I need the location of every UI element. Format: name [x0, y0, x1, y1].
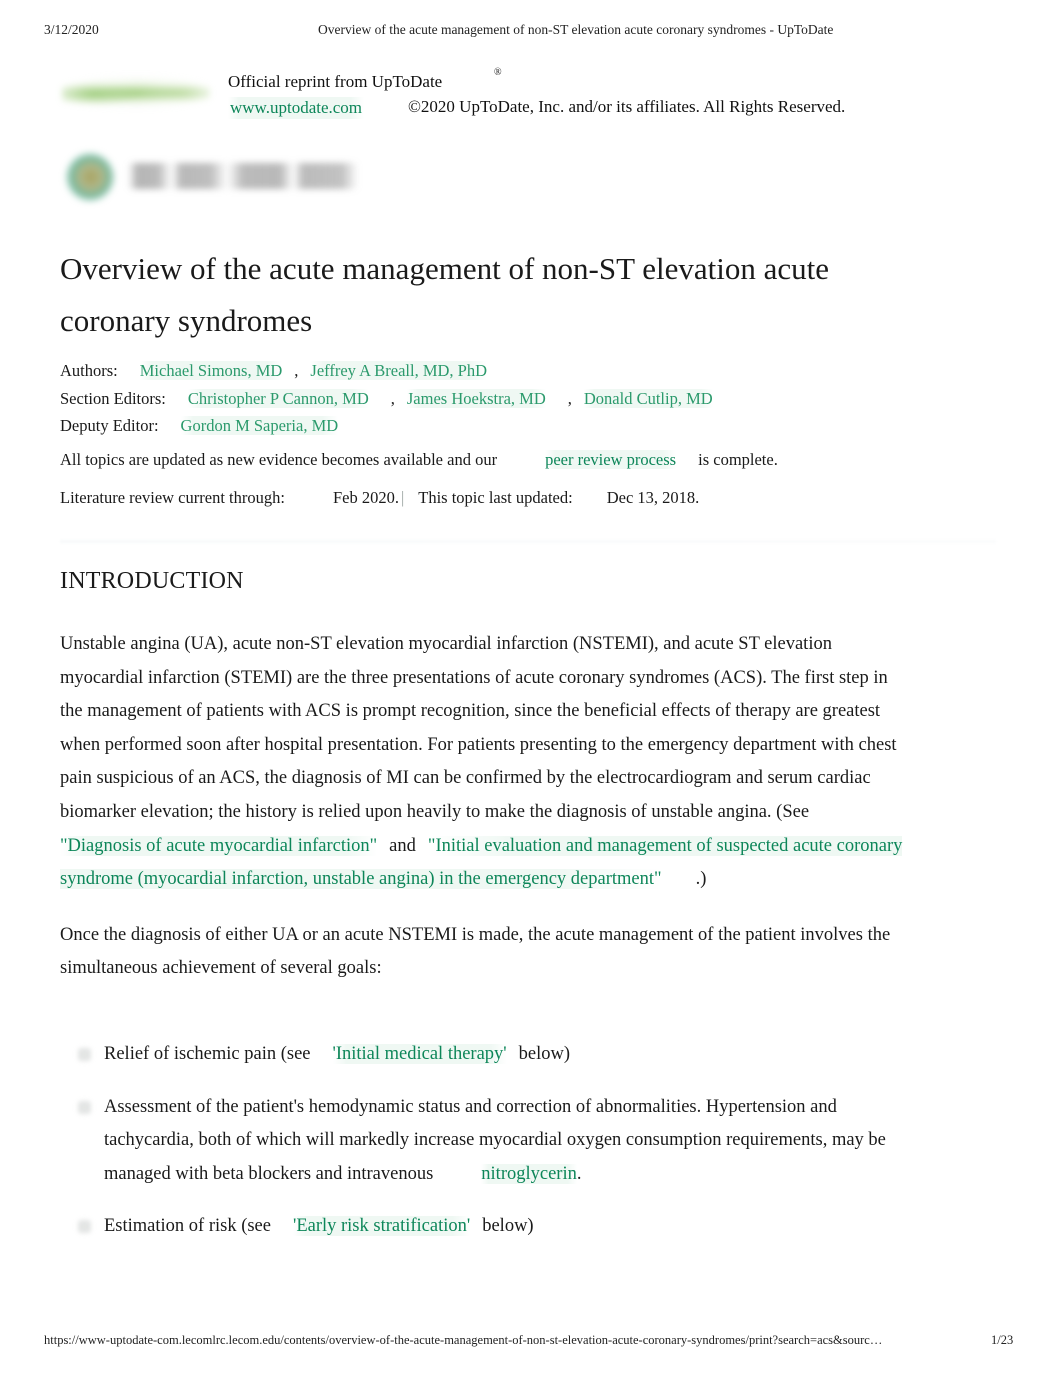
section-editor-link-2[interactable]: Donald Cutlip, MD [583, 388, 713, 408]
update-notice-text-before: All topics are updated as new evidence b… [60, 450, 498, 469]
section-heading-introduction: INTRODUCTION [60, 568, 244, 594]
paragraph-1-and: and [389, 835, 416, 856]
authors-row: Authors: Michael Simons, MD, Jeffrey A Bre… [60, 357, 990, 385]
print-page: 3/12/2020 Overview of the acute manageme… [0, 0, 1062, 1377]
institution-wordmark-icon [128, 163, 358, 189]
credits-block: Authors: Michael Simons, MD, Jeffrey A Bre… [60, 357, 990, 440]
goal-1-text-after: . [576, 1163, 582, 1184]
initial-medical-therapy-link[interactable]: 'Initial medical therapy' [332, 1044, 507, 1064]
bullet-icon [78, 1100, 91, 1114]
deputy-editor-row: Deputy Editor: Gordon M Saperia, MD [60, 412, 990, 440]
print-header-title: Overview of the acute management of non-… [318, 22, 834, 37]
update-notice-text-after: is complete. [698, 450, 778, 469]
credits-comma-0: , [294, 361, 299, 380]
section-editor-link-0[interactable]: Christopher P Cannon, MD [187, 388, 369, 408]
authors-label: Authors: [60, 361, 118, 380]
introduction-body: Unstable angina (UA), acute non-ST eleva… [60, 628, 908, 1008]
diagnosis-of-acute-mi-link[interactable]: "Diagnosis of acute myocardial infarctio… [60, 835, 378, 856]
section-editor-link-1[interactable]: James Hoekstra, MD [406, 388, 546, 408]
nitroglycerin-link[interactable]: nitroglycerin [481, 1163, 577, 1184]
goal-0-text-before: Relief of ischemic pain (see [104, 1044, 311, 1064]
credits-comma-2: , [567, 388, 572, 408]
paragraph-1-text: Unstable angina (UA), acute non-ST eleva… [60, 634, 897, 822]
print-footer: https://www-uptodate-com.lecomlrc.lecom.… [0, 1333, 1062, 1353]
credits-comma-1: , [390, 388, 395, 408]
section-divider [60, 540, 996, 543]
paragraph-1: Unstable angina (UA), acute non-ST eleva… [60, 628, 908, 897]
peer-review-process-link[interactable]: peer review process [545, 450, 677, 469]
list-item: Relief of ischemic pain (see 'Initial med… [78, 1038, 908, 1072]
institution-mark-icon [67, 154, 113, 200]
literature-label: Literature review current through: [60, 488, 285, 507]
bullet-icon [78, 1048, 91, 1061]
literature-value: Feb 2020. [332, 488, 399, 507]
copyright-text: ©2020 UpToDate, Inc. and/or its affiliat… [408, 97, 846, 116]
paragraph-2: Once the diagnosis of either UA or an ac… [60, 924, 891, 979]
print-header-date: 3/12/2020 [44, 22, 99, 37]
goal-2-text-after: below) [482, 1216, 534, 1237]
goal-2-text-before: Estimation of risk (see [104, 1216, 271, 1237]
literature-separator: | [400, 488, 405, 507]
list-item: Assessment of the patient's hemodynamic … [78, 1091, 908, 1192]
uptodate-logo-icon [62, 70, 210, 116]
paragraph-1-end: .) [695, 869, 707, 890]
official-reprint-label: Official reprint from UpToDate [228, 72, 443, 91]
author-link-0[interactable]: Michael Simons, MD [139, 361, 283, 380]
section-editors-row: Section Editors: Christopher P Cannon, MD… [60, 385, 990, 413]
last-updated-value: Dec 13, 2018. [606, 488, 700, 507]
last-updated-label: This topic last updated: [418, 488, 573, 507]
early-risk-stratification-link[interactable]: 'Early risk stratification' [292, 1216, 471, 1237]
author-link-1[interactable]: Jeffrey A Breall, MD, PhD [310, 361, 488, 380]
section-editors-label: Section Editors: [60, 388, 166, 408]
print-footer-url: https://www-uptodate-com.lecomlrc.lecom.… [44, 1333, 883, 1347]
deputy-editor-label: Deputy Editor: [60, 416, 159, 435]
goals-list: Relief of ischemic pain (see 'Initial med… [78, 1038, 908, 1263]
bullet-icon [78, 1220, 91, 1234]
goal-0-text-after: below) [518, 1044, 570, 1064]
uptodate-url-link[interactable]: www.uptodate.com [228, 97, 365, 119]
print-header: 3/12/2020 Overview of the acute manageme… [0, 22, 1062, 42]
literature-review-line: Literature review current through: Feb 20… [60, 488, 699, 508]
registered-trademark-icon: ® [494, 67, 502, 78]
list-item: Estimation of risk (see 'Early risk strat… [78, 1210, 908, 1244]
deputy-editor-link-0[interactable]: Gordon M Saperia, MD [180, 416, 339, 435]
institution-logo [62, 150, 362, 208]
print-footer-page-number: 1/23 [991, 1333, 1014, 1347]
page-title: Overview of the acute management of non-… [60, 251, 829, 338]
update-notice: All topics are updated as new evidence b… [60, 450, 778, 470]
